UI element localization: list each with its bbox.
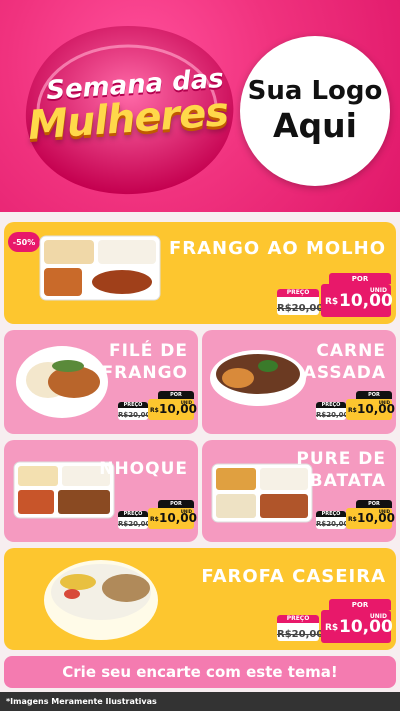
old-price: R$20,00	[316, 520, 349, 528]
product-name: PURE DE BATATA	[296, 448, 386, 492]
old-price: R$20,00	[277, 303, 324, 314]
price-tag: POR PREÇO R$20,00 R$ 10,00 UNID	[118, 391, 197, 421]
old-price-box: PREÇO R$20,00	[316, 511, 349, 529]
header-banner: Semana das Mulheres Sua Logo Aqui	[0, 0, 400, 212]
product-name: FRANGO AO MOLHO	[168, 238, 386, 259]
product-name: FILÉ DE FRANGO	[102, 340, 189, 384]
unit-label: UNID	[369, 287, 387, 294]
unit-label: UNID	[180, 509, 192, 514]
new-price: 10,00	[339, 617, 393, 637]
old-price-box: PREÇO R$20,00	[277, 615, 324, 641]
product-name: FAROFA CASEIRA	[201, 566, 386, 587]
product-name-line1: CARNE	[316, 341, 386, 361]
cta-banner[interactable]: Crie seu encarte com este tema!	[4, 656, 396, 688]
old-price: R$20,00	[316, 411, 349, 419]
old-price-box: PREÇO R$20,00	[277, 289, 324, 315]
currency: R$	[150, 516, 159, 523]
price-label: PREÇO	[118, 402, 148, 408]
new-price-box: R$ 10,00 UNID	[321, 610, 393, 643]
product-name: CARNE ASSADA	[303, 340, 386, 384]
por-label: POR	[158, 391, 194, 399]
unit-label: UNID	[369, 613, 387, 620]
price-tag: POR PREÇO R$20,00 R$ 10,00 UNID	[118, 500, 197, 530]
currency: R$	[325, 623, 339, 633]
old-price-box: PREÇO R$20,00	[118, 511, 151, 529]
por-label: POR	[356, 391, 392, 399]
currency: R$	[325, 297, 339, 307]
por-label: POR	[158, 500, 194, 508]
food-bowl-image	[210, 350, 306, 406]
product-name-line1: FILÉ DE	[108, 341, 188, 361]
logo-text-line1: Sua Logo	[247, 76, 383, 107]
unit-label: UNID	[378, 509, 390, 514]
currency: R$	[348, 407, 357, 414]
discount-badge: -50%	[8, 232, 40, 252]
old-price: R$20,00	[118, 411, 151, 419]
price-tag: POR PREÇO R$20,00 R$ 10,00 UNID	[316, 391, 395, 421]
product-name-line1: PURE DE	[296, 449, 386, 469]
currency: R$	[348, 516, 357, 523]
price-label: PREÇO	[277, 289, 319, 297]
old-price: R$20,00	[118, 520, 151, 528]
unit-label: UNID	[180, 400, 192, 405]
disclaimer-footer: *Imagens Meramente Ilustrativas	[0, 692, 400, 711]
old-price-box: PREÇO R$20,00	[118, 402, 151, 420]
unit-label: UNID	[378, 400, 390, 405]
por-label: POR	[329, 599, 391, 610]
food-tray-image	[39, 235, 161, 301]
new-price: 10,00	[339, 291, 393, 311]
new-price-box: R$ 10,00 UNID	[321, 284, 393, 317]
price-label: PREÇO	[316, 402, 346, 408]
price-tag: POR PREÇO R$20,00 R$ 10,00 UNID	[277, 599, 393, 643]
food-bowl-image	[44, 560, 158, 640]
new-price-box: R$ 10,00 UNID	[346, 508, 395, 529]
price-tag: POR PREÇO R$20,00 R$ 10,00 UNID	[277, 273, 393, 317]
price-tag: POR PREÇO R$20,00 R$ 10,00 UNID	[316, 500, 395, 530]
currency: R$	[150, 407, 159, 414]
old-price: R$20,00	[277, 629, 324, 640]
logo-placeholder: Sua Logo Aqui	[240, 36, 390, 186]
logo-text-line2: Aqui	[273, 105, 357, 145]
new-price-box: R$ 10,00 UNID	[346, 399, 395, 420]
price-label: PREÇO	[316, 511, 346, 517]
por-label: POR	[356, 500, 392, 508]
por-label: POR	[329, 273, 391, 284]
new-price-box: R$ 10,00 UNID	[148, 399, 197, 420]
price-label: PREÇO	[277, 615, 319, 623]
product-name-line2: ASSADA	[302, 363, 386, 383]
old-price-box: PREÇO R$20,00	[316, 402, 349, 420]
price-label: PREÇO	[118, 511, 148, 517]
product-name-line2: FRANGO	[101, 363, 188, 383]
new-price-box: R$ 10,00 UNID	[148, 508, 197, 529]
product-name-line2: BATATA	[309, 471, 386, 491]
food-bowl-image	[16, 346, 108, 418]
product-name: NHOQUE	[99, 459, 188, 479]
